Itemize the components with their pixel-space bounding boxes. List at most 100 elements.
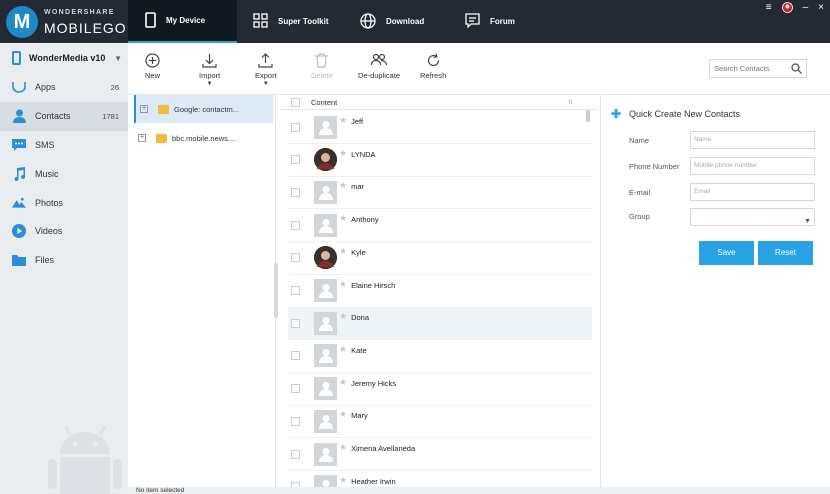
avatar-placeholder-icon (314, 279, 337, 302)
expand-icon[interactable]: + (138, 134, 146, 142)
avatar-placeholder-icon (314, 475, 337, 487)
search-input[interactable] (710, 60, 788, 77)
favorite-star-icon[interactable]: ★ (339, 180, 347, 191)
row-checkbox[interactable] (291, 416, 300, 426)
sidebar-item-contacts[interactable]: Contacts 1781 (0, 101, 128, 131)
globe-icon (360, 12, 376, 31)
tab-my-device[interactable]: My Device (128, 0, 237, 43)
deduplicate-button[interactable]: De-duplicate (358, 49, 400, 80)
sidebar-item-files[interactable]: Files (0, 246, 128, 275)
panel-splitter[interactable] (274, 263, 278, 318)
table-row[interactable]: ★ Jeremy Hicks (288, 373, 592, 406)
row-checkbox[interactable] (291, 122, 300, 132)
sidebar-item-videos[interactable]: Videos (0, 217, 128, 246)
search-icon[interactable] (791, 63, 802, 76)
phone-field[interactable]: Mobile phone number (690, 157, 815, 175)
table-row[interactable]: ★ LYNDA (288, 144, 592, 177)
sidebar-item-label: SMS (35, 139, 55, 150)
table-row[interactable]: ★ Kate (288, 340, 592, 373)
sidebar-item-photos[interactable]: Photos (0, 188, 128, 217)
android-watermark-icon (40, 404, 130, 494)
export-button[interactable]: Export ▼ (255, 49, 277, 87)
source-item-google[interactable]: + Google: contactm... (134, 95, 273, 123)
avatar-placeholder-icon (314, 115, 337, 139)
avatar-placeholder-icon (314, 442, 337, 466)
refresh-button[interactable]: Refresh (420, 49, 446, 80)
row-checkbox[interactable] (291, 187, 300, 197)
minimize-icon[interactable]: – (803, 2, 809, 16)
close-icon[interactable]: × (818, 2, 824, 16)
sms-icon (12, 138, 26, 152)
group-select[interactable]: ▼ (690, 208, 815, 226)
sort-icon[interactable]: ⇅ (568, 99, 573, 106)
table-row[interactable]: ★ Ximena Avellaneda (288, 438, 592, 471)
tab-forum[interactable]: Forum (453, 0, 553, 43)
top-bar: M WONDERSHARE MOBILEGO My Device Super T… (0, 0, 830, 43)
table-row[interactable]: ★ Jeff (288, 111, 592, 144)
contact-list: Content ⇅ ★ Jeff ★ LYNDA ★ mar ★ Anthony ★ Kyle ★ E… (280, 95, 598, 487)
toolbar: New Import ▼ Export ▼ Delete De-duplicat… (128, 43, 830, 95)
save-button[interactable]: Save (699, 241, 754, 265)
favorite-star-icon[interactable]: ★ (339, 377, 347, 388)
row-checkbox[interactable] (291, 253, 300, 263)
row-checkbox[interactable] (291, 286, 300, 295)
sidebar-item-label: Files (35, 255, 55, 266)
new-button[interactable]: New (145, 49, 160, 80)
favorite-star-icon[interactable]: ★ (339, 279, 347, 290)
favorite-star-icon[interactable]: ★ (339, 311, 347, 322)
table-row[interactable]: ★ Anthony (288, 209, 592, 243)
grid-icon (253, 13, 268, 30)
menu-icon[interactable]: ≡ (766, 2, 772, 16)
table-row[interactable]: ★ Mary (288, 405, 592, 439)
contact-name: Jeremy Hicks (351, 378, 397, 388)
row-checkbox[interactable] (291, 220, 300, 230)
tab-super-toolkit[interactable]: Super Toolkit (237, 0, 345, 43)
delete-button[interactable]: Delete (311, 49, 333, 80)
list-scrollbar[interactable] (586, 110, 590, 122)
favorite-star-icon[interactable]: ★ (339, 475, 347, 486)
row-checkbox[interactable] (291, 449, 300, 459)
email-field[interactable]: Email (690, 183, 815, 201)
contact-name: Heather Irwin (351, 476, 396, 486)
content-column-header[interactable]: Content (311, 98, 337, 107)
favorite-star-icon[interactable]: ★ (339, 442, 347, 453)
sidebar-item-sms[interactable]: SMS (0, 131, 128, 160)
forum-icon (465, 13, 480, 30)
row-checkbox[interactable] (291, 351, 300, 361)
table-row[interactable]: ★ mar (288, 176, 592, 210)
source-item-bbc[interactable]: + bbc.mobile.news.... (134, 124, 273, 152)
user-avatar-icon[interactable] (781, 2, 793, 16)
expand-icon[interactable]: + (140, 105, 148, 113)
table-row[interactable]: ★ Dona (288, 307, 592, 341)
reset-button[interactable]: Reset (758, 241, 813, 265)
favorite-star-icon[interactable]: ★ (339, 344, 347, 355)
favorite-star-icon[interactable]: ★ (339, 148, 347, 159)
table-row[interactable]: ★ Elaine Hirsch (288, 275, 592, 308)
table-row[interactable]: ★ Kyle (288, 242, 592, 275)
row-checkbox[interactable] (291, 384, 300, 394)
table-row[interactable]: ★ Heather Irwin (288, 471, 592, 487)
plus-circle-icon (145, 49, 160, 71)
contact-name: Anthony (351, 215, 379, 225)
select-all-checkbox[interactable] (291, 97, 300, 107)
contact-name: Dona (351, 313, 370, 323)
favorite-star-icon[interactable]: ★ (339, 213, 347, 224)
tab-download[interactable]: Download (345, 0, 453, 43)
photos-icon (12, 196, 26, 210)
row-checkbox[interactable] (291, 155, 300, 165)
sidebar-item-music[interactable]: Music (0, 159, 128, 188)
device-selector[interactable]: WonderMedia v10 ▼ (0, 43, 128, 73)
import-icon (202, 49, 217, 71)
contact-name: Jeff (351, 117, 364, 126)
favorite-star-icon[interactable]: ★ (339, 246, 347, 257)
favorite-star-icon[interactable]: ★ (339, 409, 347, 420)
import-button[interactable]: Import ▼ (199, 49, 220, 87)
device-phone-icon (12, 51, 21, 65)
name-field[interactable]: Name (690, 131, 815, 149)
sidebar-item-apps[interactable]: Apps 26 (0, 73, 128, 102)
app-logo: M WONDERSHARE MOBILEGO (0, 0, 128, 43)
refresh-icon (426, 49, 441, 71)
favorite-star-icon[interactable]: ★ (339, 115, 347, 126)
phone-label: Phone Number (629, 162, 680, 171)
row-checkbox[interactable] (291, 318, 300, 328)
